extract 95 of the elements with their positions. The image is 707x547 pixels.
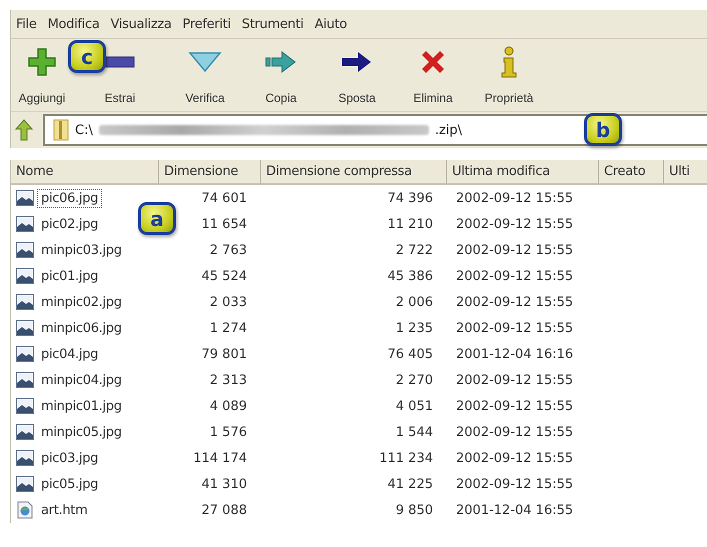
- arrow-icon: [264, 49, 298, 75]
- annotation-badge: b: [584, 113, 622, 146]
- date-cell-text: 2001-12-04 16:55: [455, 502, 574, 518]
- toolbar-button[interactable]: Elimina: [413, 45, 453, 105]
- column-header[interactable]: Ultima modifica: [447, 160, 599, 185]
- date-cell-text: 2002-09-12 15:55: [455, 476, 574, 492]
- size-cell: 1 576: [210, 424, 247, 440]
- size-cell: 45 524: [202, 268, 247, 284]
- packed-size-cell: 11 210: [388, 216, 433, 232]
- info-icon: [498, 46, 519, 78]
- menu-item[interactable]: Preferiti: [180, 16, 239, 32]
- menu-item[interactable]: Aiuto: [312, 16, 355, 32]
- size-cell: 79 801: [202, 346, 247, 362]
- column-header[interactable]: Creato: [599, 160, 664, 185]
- packed-size-cell: 2 270: [396, 372, 433, 388]
- toolbar-button[interactable]: Proprietà: [484, 45, 534, 105]
- menu-item[interactable]: Strumenti: [238, 16, 312, 32]
- toolbar-button[interactable]: Aggiungi: [18, 45, 66, 105]
- menu-item[interactable]: Modifica: [44, 16, 108, 32]
- date-cell-text: 2002-09-12 15:55: [455, 268, 574, 284]
- image-file-icon: [16, 424, 34, 440]
- size-cell: 2 763: [210, 242, 247, 258]
- image-file-icon: [16, 398, 34, 414]
- toolbar-button[interactable]: Estrai: [104, 45, 136, 105]
- packed-size-cell: 74 396: [388, 190, 433, 206]
- size-cell: 74 601: [202, 190, 247, 206]
- toolbar-button[interactable]: Verifica: [185, 45, 225, 105]
- image-file-icon: [16, 372, 34, 388]
- image-file-icon: [16, 242, 34, 258]
- file-name[interactable]: minpic04.jpg: [37, 370, 126, 390]
- size-cell: 114 174: [193, 450, 247, 466]
- packed-size-cell: 9 850: [396, 502, 433, 518]
- size-cell: 2 313: [210, 372, 247, 388]
- image-file-icon: [16, 450, 34, 466]
- packed-size-cell: 111 234: [379, 450, 433, 466]
- size-cell: 1 274: [210, 320, 247, 336]
- path-text: .zip\: [434, 122, 462, 138]
- annotation-badge: c: [68, 40, 106, 73]
- size-cell: 41 310: [202, 476, 247, 492]
- image-file-icon: [16, 216, 34, 232]
- file-name[interactable]: pic03.jpg: [37, 448, 102, 468]
- size-cell: 2 033: [210, 294, 247, 310]
- file-name[interactable]: pic04.jpg: [37, 344, 102, 364]
- date-cell-text: 2002-09-12 15:55: [455, 450, 574, 466]
- annotation-badge: a: [138, 202, 176, 235]
- up-arrow-icon[interactable]: [15, 119, 33, 141]
- image-file-icon: [16, 476, 34, 492]
- file-name[interactable]: pic05.jpg: [37, 474, 102, 494]
- file-name[interactable]: pic06.jpg: [37, 188, 102, 208]
- date-cell-text: 2002-09-12 15:55: [455, 216, 574, 232]
- date-cell-text: 2002-09-12 15:55: [455, 372, 574, 388]
- web-file-icon: [16, 501, 34, 519]
- file-name[interactable]: minpic06.jpg: [37, 318, 126, 338]
- file-name[interactable]: minpic05.jpg: [37, 422, 126, 442]
- image-file-icon: [16, 346, 34, 362]
- minus-icon: [105, 56, 135, 68]
- size-cell: 27 088: [202, 502, 247, 518]
- file-name[interactable]: art.htm: [37, 500, 92, 520]
- date-cell-text: 2001-12-04 16:16: [455, 346, 574, 362]
- packed-size-cell: 41 225: [388, 476, 433, 492]
- toolbar-button[interactable]: Copia: [264, 45, 298, 105]
- packed-size-cell: 4 051: [396, 398, 433, 414]
- size-cell: 11 654: [202, 216, 247, 232]
- packed-size-cell: 2 722: [396, 242, 433, 258]
- date-cell-text: 2002-09-12 15:55: [455, 398, 574, 414]
- date-cell-text: 2002-09-12 15:55: [455, 294, 574, 310]
- packed-size-cell: 45 386: [388, 268, 433, 284]
- date-cell-text: 2002-09-12 15:55: [455, 320, 574, 336]
- packed-size-cell: 1 235: [396, 320, 433, 336]
- column-header[interactable]: Nome: [11, 160, 159, 185]
- image-file-icon: [16, 268, 34, 284]
- file-name[interactable]: pic01.jpg: [37, 266, 102, 286]
- plus-icon: [27, 47, 57, 77]
- column-header[interactable]: Ulti: [664, 160, 707, 185]
- date-cell-text: 2002-09-12 15:55: [455, 424, 574, 440]
- toolbar-button[interactable]: Sposta: [338, 45, 376, 105]
- packed-size-cell: 76 405: [388, 346, 433, 362]
- date-cell-text: 2002-09-12 15:55: [455, 190, 574, 206]
- menu-item[interactable]: Visualizza: [108, 16, 180, 32]
- column-header[interactable]: Dimensione: [159, 160, 261, 185]
- image-file-icon: [16, 320, 34, 336]
- file-name[interactable]: minpic02.jpg: [37, 292, 126, 312]
- size-cell: 4 089: [210, 398, 247, 414]
- date-cell-text: 2002-09-12 15:55: [455, 242, 574, 258]
- packed-size-cell: 1 544: [396, 424, 433, 440]
- image-file-icon: [16, 294, 34, 310]
- path-text: C:\: [75, 122, 93, 138]
- image-file-icon: [16, 190, 34, 206]
- column-header[interactable]: Dimensione compressa: [261, 160, 447, 185]
- menu-item[interactable]: File: [13, 16, 45, 32]
- file-name[interactable]: pic02.jpg: [37, 214, 102, 234]
- file-name[interactable]: minpic01.jpg: [37, 396, 126, 416]
- file-name[interactable]: minpic03.jpg: [37, 240, 126, 260]
- packed-size-cell: 2 006: [396, 294, 433, 310]
- folder-icon: [53, 119, 69, 141]
